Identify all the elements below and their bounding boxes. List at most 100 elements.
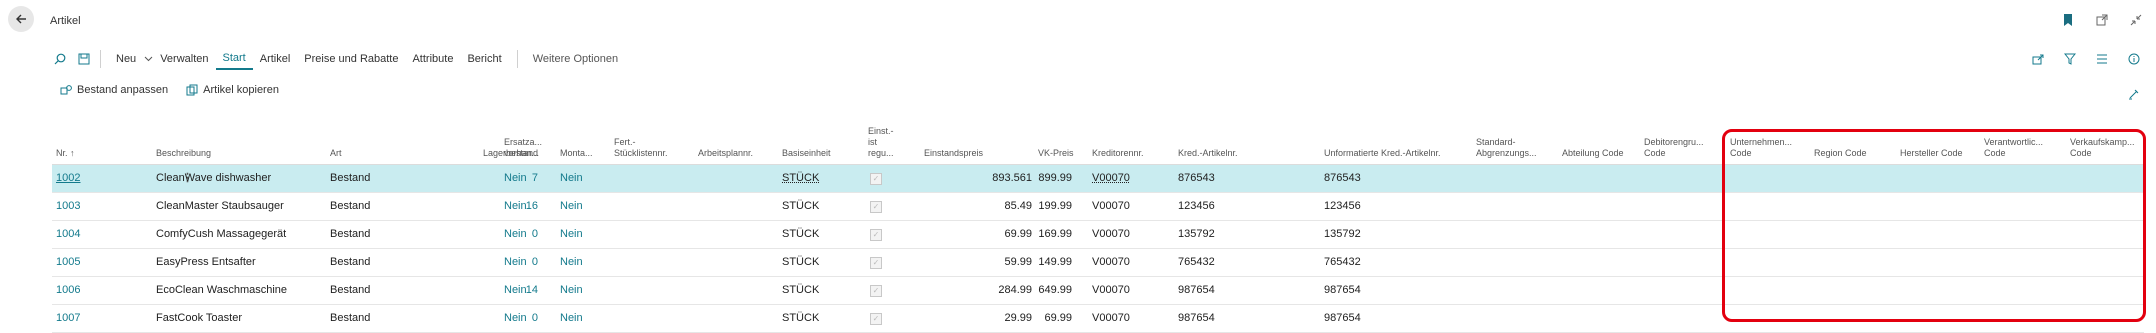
col-abteilung[interactable]: Abteilung Code xyxy=(1562,148,1624,159)
col-debitorengruppe[interactable]: Debitorengru... Code xyxy=(1644,137,1704,159)
item-substitutes: Nein xyxy=(504,200,527,212)
item-type: Bestand xyxy=(330,172,371,184)
personalize-icon[interactable] xyxy=(2126,86,2142,102)
share-icon[interactable] xyxy=(2030,51,2046,67)
item-unformatted-vendor-item-no: 765432 xyxy=(1324,256,1361,268)
chevron-down-icon[interactable] xyxy=(143,51,153,67)
copy-icon xyxy=(186,84,198,96)
item-description[interactable]: CleanMaster Staubsauger xyxy=(156,193,284,220)
item-vendor-no: V00070 xyxy=(1092,200,1130,212)
item-vendor-no[interactable]: V00070 xyxy=(1092,165,1130,192)
item-description[interactable]: EcoClean Waschmaschine xyxy=(156,277,287,304)
item-base-unit[interactable]: STÜCK xyxy=(782,165,819,192)
item-description[interactable]: ComfyCush Massagegerät xyxy=(156,221,286,248)
bookmark-icon[interactable] xyxy=(2060,12,2076,28)
item-type: Bestand xyxy=(330,200,371,212)
col-kred-artikelnr[interactable]: Kred.-Artikelnr. xyxy=(1178,148,1238,159)
col-einst-reguliert[interactable]: Einst.- ist regu... xyxy=(868,126,894,159)
cost-adjusted-checkbox: ✓ xyxy=(870,201,882,213)
col-beschreibung[interactable]: Beschreibung xyxy=(156,148,211,159)
filter-icon[interactable] xyxy=(2062,51,2078,67)
tab-attribute[interactable]: Attribute xyxy=(405,48,460,70)
tab-bericht[interactable]: Bericht xyxy=(460,48,508,70)
item-unformatted-vendor-item-no: 987654 xyxy=(1324,284,1361,296)
item-unit-price: 169.99 xyxy=(1038,228,1072,240)
item-assembly: Nein xyxy=(560,312,583,324)
copy-item-button[interactable]: Artikel kopieren xyxy=(186,84,279,96)
item-type: Bestand xyxy=(330,256,371,268)
adjust-inventory-label: Bestand anpassen xyxy=(77,84,169,96)
highlight-annotation-box xyxy=(1722,129,2146,322)
item-type: Bestand xyxy=(330,228,371,240)
item-description[interactable]: EasyPress Entsafter xyxy=(156,249,256,276)
item-number-link[interactable]: 1002 xyxy=(56,165,80,192)
item-assembly: Nein xyxy=(560,200,583,212)
col-basiseinheit[interactable]: Basiseinheit xyxy=(782,148,831,159)
col-einstandspreis[interactable]: Einstandspreis xyxy=(924,148,983,159)
col-nr[interactable]: Nr. ↑ xyxy=(56,148,75,159)
copy-item-label: Artikel kopieren xyxy=(203,84,279,96)
item-unformatted-vendor-item-no: 135792 xyxy=(1324,228,1361,240)
col-kreditorennr[interactable]: Kreditorennr. xyxy=(1092,148,1144,159)
item-vendor-no: V00070 xyxy=(1092,312,1130,324)
new-button[interactable]: Neu xyxy=(109,48,143,70)
info-icon[interactable] xyxy=(2126,51,2142,67)
back-button[interactable] xyxy=(8,6,34,32)
item-substitutes: Nein xyxy=(504,228,527,240)
item-vendor-no: V00070 xyxy=(1092,284,1130,296)
col-art[interactable]: Art xyxy=(330,148,342,159)
cost-adjusted-checkbox: ✓ xyxy=(870,285,882,297)
item-description[interactable]: CleanWave dishwasher xyxy=(156,165,271,192)
item-unit-price: 69.99 xyxy=(1044,312,1072,324)
item-assembly: Nein xyxy=(560,284,583,296)
item-vendor-item-no: 987654 xyxy=(1178,284,1215,296)
collapse-icon[interactable] xyxy=(2128,12,2144,28)
more-options-button[interactable]: Weitere Optionen xyxy=(526,48,625,70)
open-new-window-icon[interactable] xyxy=(2094,12,2110,28)
item-vendor-no: V00070 xyxy=(1092,256,1130,268)
item-vendor-item-no: 123456 xyxy=(1178,200,1215,212)
inventory-icon xyxy=(60,85,72,95)
item-number-link[interactable]: 1003 xyxy=(56,193,80,220)
list-view-icon[interactable] xyxy=(2094,51,2110,67)
item-type: Bestand xyxy=(330,284,371,296)
col-fert-stueckliste[interactable]: Fert.- Stücklistennr. xyxy=(614,137,668,159)
cost-adjusted-checkbox: ✓ xyxy=(870,173,882,185)
item-substitutes: Nein xyxy=(504,312,527,324)
item-assembly: Nein xyxy=(560,228,583,240)
item-vendor-no: V00070 xyxy=(1092,228,1130,240)
col-unformatiert[interactable]: Unformatierte Kred.-Artikelnr. xyxy=(1324,148,1441,159)
col-standard-abgrenzung[interactable]: Standard- Abgrenzungs... xyxy=(1476,137,1537,159)
tab-start[interactable]: Start xyxy=(215,48,253,70)
col-ersatz[interactable]: Ersatza... vorhan... xyxy=(504,137,542,159)
item-unformatted-vendor-item-no: 987654 xyxy=(1324,312,1361,324)
cost-adjusted-checkbox: ✓ xyxy=(870,313,882,325)
item-substitutes: Nein xyxy=(504,284,527,296)
item-description[interactable]: FastCook Toaster xyxy=(156,305,242,332)
item-assembly: Nein xyxy=(560,256,583,268)
tab-preise-und-rabatte[interactable]: Preise und Rabatte xyxy=(297,48,405,70)
item-unit-price: 149.99 xyxy=(1038,256,1072,268)
arrow-left-icon xyxy=(16,14,26,24)
cost-adjusted-checkbox: ✓ xyxy=(870,229,882,241)
item-base-unit: STÜCK xyxy=(782,312,820,324)
save-view-icon[interactable] xyxy=(76,51,92,67)
item-number-link[interactable]: 1007 xyxy=(56,305,80,332)
adjust-inventory-button[interactable]: Bestand anpassen xyxy=(60,84,168,96)
tab-artikel[interactable]: Artikel xyxy=(253,48,298,70)
item-vendor-item-no: 987654 xyxy=(1178,312,1215,324)
item-number-link[interactable]: 1004 xyxy=(56,221,80,248)
item-base-unit: STÜCK xyxy=(782,228,820,240)
item-base-unit: STÜCK xyxy=(782,284,820,296)
search-icon[interactable] xyxy=(52,51,68,67)
item-number-link[interactable]: 1005 xyxy=(56,249,80,276)
top-bar: Artikel xyxy=(0,0,2156,40)
cost-adjusted-checkbox: ✓ xyxy=(870,257,882,269)
item-number-link[interactable]: 1006 xyxy=(56,277,80,304)
col-arbeitsplan[interactable]: Arbeitsplannr. xyxy=(698,148,753,159)
col-montage[interactable]: Monta... xyxy=(560,148,593,159)
tab-verwalten[interactable]: Verwalten xyxy=(153,48,215,70)
col-vkpreis[interactable]: VK-Preis xyxy=(1038,148,1074,159)
item-unformatted-vendor-item-no: 876543 xyxy=(1324,172,1361,184)
item-base-unit: STÜCK xyxy=(782,256,820,268)
